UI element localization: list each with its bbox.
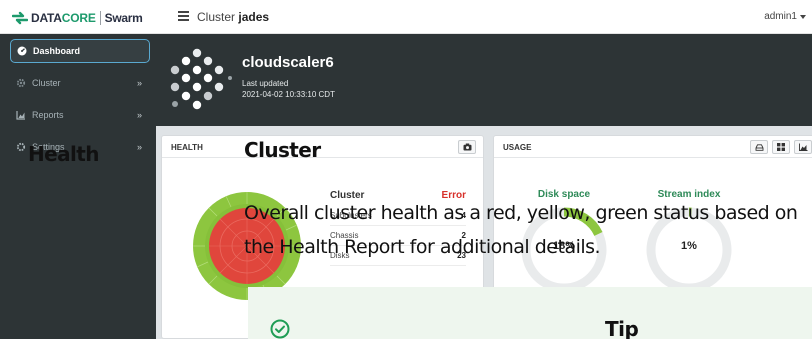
sidebar-item-label: Reports <box>32 110 64 120</box>
cluster-last-updated: Last updated 2021-04-02 10:33:10 CDT <box>242 79 335 99</box>
sidebar-item-reports[interactable]: Reports » <box>10 103 150 127</box>
cluster-name: cloudscaler6 <box>242 54 334 71</box>
usage-panel-title: USAGE <box>503 143 532 152</box>
camera-button[interactable] <box>458 140 476 154</box>
help-section-title: Health <box>28 142 99 166</box>
dashboard-icon <box>17 46 27 56</box>
help-description: Overall cluster health as a red, yellow,… <box>244 196 812 264</box>
sidebar: Dashboard Cluster » Reports » Settings » <box>0 34 156 339</box>
chart-view-button[interactable] <box>794 140 812 154</box>
reports-chart-icon <box>16 111 25 120</box>
breadcrumb: Cluster jades <box>197 10 269 24</box>
cluster-gear-icon <box>16 78 26 88</box>
cluster-dots-logo-icon <box>170 48 232 110</box>
brand-logo[interactable]: DATACORE Swarm <box>12 9 143 27</box>
caret-down-icon <box>800 14 806 19</box>
sidebar-item-label: Cluster <box>32 78 61 88</box>
breadcrumb-cluster-name: jades <box>238 10 270 24</box>
grid-icon <box>777 143 785 151</box>
tip-title: Tip <box>605 317 639 339</box>
menu-toggle-icon[interactable] <box>178 11 189 21</box>
datacore-logo-icon <box>12 11 28 25</box>
help-topic-title: Cluster <box>244 138 321 162</box>
hard-drive-icon <box>755 143 763 151</box>
usage-panel-header: USAGE <box>494 136 812 158</box>
product-name: Swarm <box>104 11 143 25</box>
camera-icon <box>463 143 471 151</box>
sidebar-item-cluster[interactable]: Cluster » <box>10 71 150 95</box>
cluster-header: cloudscaler6 Last updated 2021-04-02 10:… <box>156 34 812 126</box>
help-line-2: the Health Report for additional details… <box>244 236 601 258</box>
settings-icon <box>16 142 26 152</box>
user-menu[interactable]: admin1 <box>764 11 806 22</box>
help-line-1: Overall cluster health as a red, yellow,… <box>244 202 798 224</box>
health-panel-title: HEALTH <box>171 143 203 152</box>
sidebar-item-dashboard[interactable]: Dashboard <box>10 39 150 63</box>
storage-view-button[interactable] <box>750 140 768 154</box>
chevron-right-icon: » <box>136 142 142 152</box>
area-chart-icon <box>798 143 807 151</box>
top-bar: DATACORE Swarm Cluster jades admin1 <box>0 0 812 34</box>
user-name: admin1 <box>764 11 797 22</box>
check-circle-icon <box>270 319 290 339</box>
tip-callout: Tip <box>248 287 812 339</box>
brand-name: DATACORE <box>31 11 96 25</box>
breadcrumb-prefix: Cluster <box>197 10 236 24</box>
health-panel-header: HEALTH <box>162 136 483 158</box>
grid-view-button[interactable] <box>772 140 790 154</box>
chevron-right-icon: » <box>136 78 142 88</box>
brand-divider <box>99 11 101 25</box>
sidebar-item-label: Dashboard <box>33 46 81 56</box>
chevron-right-icon: » <box>136 110 142 120</box>
